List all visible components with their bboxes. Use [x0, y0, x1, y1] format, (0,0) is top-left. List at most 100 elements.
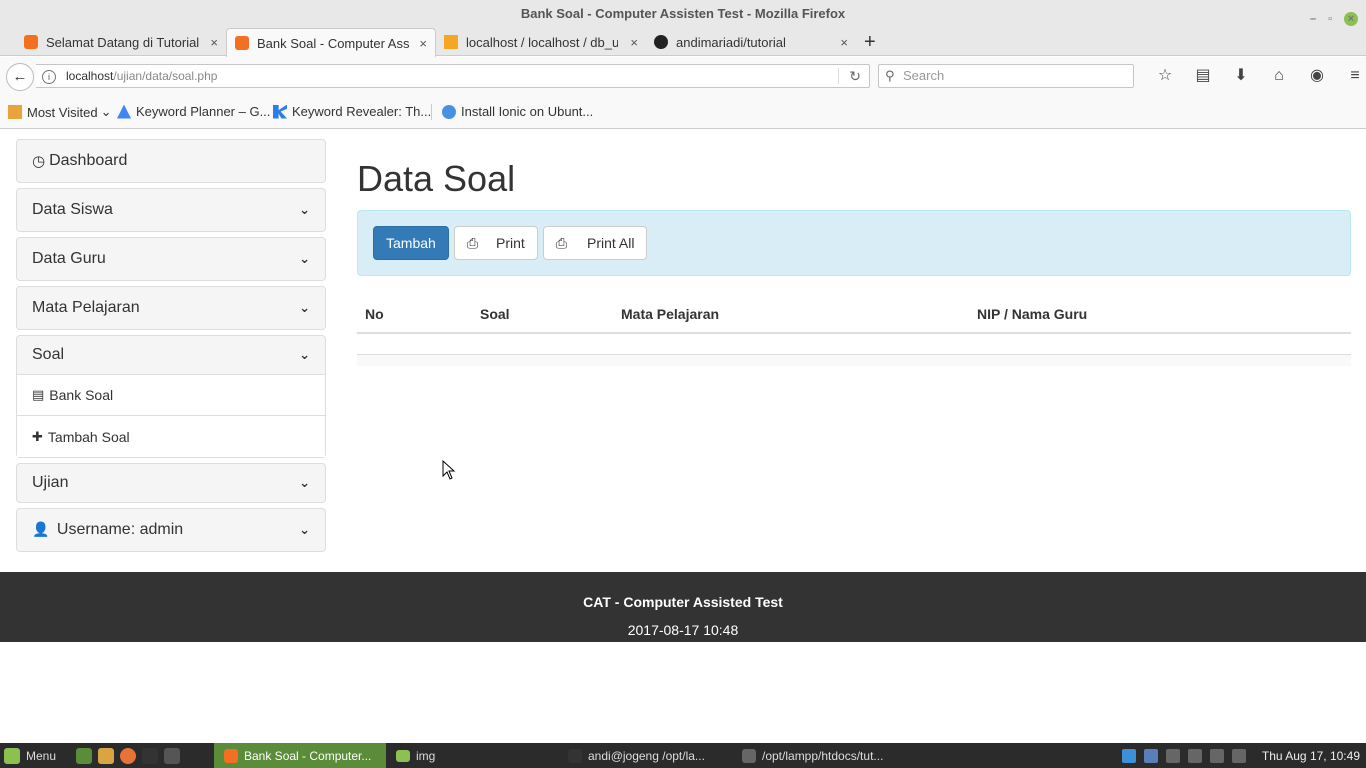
window-title: Bank Soal - Computer Assisten Test - Moz… — [520, 6, 846, 21]
download-icon[interactable]: ⬇ — [1222, 64, 1260, 88]
bookmark-star-icon[interactable]: ☆ — [1146, 64, 1184, 88]
sidebar-dashboard[interactable]: ◷ Dashboard — [16, 139, 326, 183]
phpmyadmin-icon — [444, 35, 458, 49]
table-header-row: No Soal Mata Pelajaran NIP / Nama Guru — [357, 296, 1351, 334]
search-input[interactable]: ⚲ Search — [878, 64, 1134, 88]
tab-close-icon[interactable]: × — [419, 36, 427, 51]
sidebar-section-header[interactable]: Soal ⌄ — [17, 336, 325, 374]
main-content: Data Soal Tambah ⎙ Print ⎙ Print All No … — [357, 150, 1351, 366]
tab-bank-soal[interactable]: Bank Soal - Computer Assis × — [226, 28, 436, 57]
taskbar-item-label: Bank Soal - Computer... — [244, 748, 372, 763]
tab-close-icon[interactable]: × — [210, 35, 218, 50]
sidebar-item-username[interactable]: 👤 Username: admin ⌄ — [16, 508, 326, 552]
navigation-toolbar: ← i localhost/ujian/data/soal.php ↻ ⚲ Sea… — [0, 57, 1366, 95]
tab-close-icon[interactable]: × — [630, 35, 638, 50]
tab-selamat-datang[interactable]: Selamat Datang di Tutorial × — [16, 28, 226, 56]
taskbar-item-label: andi@jogeng /opt/la... — [588, 748, 705, 763]
print-all-button[interactable]: ⎙ Print All — [542, 226, 648, 260]
taskbar-item-terminal[interactable]: andi@jogeng /opt/la... — [568, 743, 705, 768]
column-header-nip-nama-guru[interactable]: NIP / Nama Guru — [969, 296, 1351, 334]
footer-title: CAT - Computer Assisted Test — [583, 594, 783, 610]
sidebar-section-header[interactable]: 👤 Username: admin ⌄ — [17, 509, 325, 551]
tambah-button[interactable]: Tambah — [373, 226, 449, 260]
dropbox-icon[interactable] — [1121, 748, 1136, 763]
terminal-launcher-icon[interactable] — [76, 747, 92, 764]
settings-icon[interactable] — [1231, 748, 1246, 763]
sidebar-item-soal[interactable]: Soal ⌄ ▤ Bank Soal ✚ Tambah Soal — [16, 335, 326, 458]
sidebar-item-bank-soal[interactable]: ▤ Bank Soal — [17, 375, 325, 416]
sidebar-section-header[interactable]: Data Guru ⌄ — [17, 238, 325, 280]
clock[interactable]: Thu Aug 17, 10:49 — [1262, 749, 1360, 763]
os-taskbar: Menu Bank Soal - Computer... img andi@jo… — [0, 743, 1366, 768]
sidebar-item-label: Ujian — [32, 474, 69, 491]
column-header-mata-pelajaran[interactable]: Mata Pelajaran — [613, 296, 969, 334]
github-icon — [654, 35, 668, 49]
tab-label: andimariadi/tutorial — [676, 34, 786, 50]
tab-phpmyadmin[interactable]: localhost / localhost / db_uji × — [436, 28, 646, 56]
taskbar-item-firefox[interactable]: Bank Soal - Computer... — [214, 743, 386, 768]
sidebar-section-header[interactable]: Data Siswa ⌄ — [17, 189, 325, 231]
system-tray: Thu Aug 17, 10:49 — [1121, 743, 1366, 768]
table-row-empty — [357, 333, 1351, 355]
sidebar-item-data-siswa[interactable]: Data Siswa ⌄ — [16, 188, 326, 232]
firefox-launcher-icon[interactable] — [120, 747, 136, 764]
mouse-cursor-icon — [442, 460, 456, 480]
sidebar-item-tambah-soal[interactable]: ✚ Tambah Soal — [17, 416, 325, 457]
files-launcher-icon[interactable] — [98, 747, 114, 764]
url-path: /ujian/data/soal.php — [113, 69, 218, 83]
text-editor-icon — [742, 748, 756, 763]
quick-launch — [76, 743, 186, 768]
pocket-icon[interactable]: ◉ — [1298, 64, 1336, 88]
reload-icon[interactable]: ↻ — [849, 65, 861, 87]
xampp-icon — [235, 36, 249, 50]
sidebar-section-header[interactable]: Mata Pelajaran ⌄ — [17, 287, 325, 329]
column-header-soal[interactable]: Soal — [472, 296, 613, 334]
shield-icon[interactable] — [1143, 748, 1158, 763]
close-window-icon[interactable]: × — [1344, 12, 1358, 26]
tab-label: localhost / localhost / db_uji — [466, 34, 618, 50]
tab-github[interactable]: andimariadi/tutorial × — [646, 28, 856, 56]
bookmark-label: Keyword Revealer: Th... — [292, 104, 432, 119]
sidebar-item-label: Dashboard — [49, 152, 128, 169]
column-header-no[interactable]: No — [357, 296, 472, 334]
back-button[interactable]: ← — [6, 63, 34, 91]
sidebar-item-mata-pelajaran[interactable]: Mata Pelajaran ⌄ — [16, 286, 326, 330]
bookmark-separator — [431, 104, 432, 120]
reading-list-icon[interactable]: ▤ — [1184, 64, 1222, 88]
search-placeholder: Search — [903, 68, 945, 83]
sidebar-submenu-soal: ▤ Bank Soal ✚ Tambah Soal — [17, 374, 325, 457]
new-tab-button[interactable]: + — [864, 28, 876, 56]
network-icon[interactable] — [1165, 748, 1180, 763]
sidebar-item-ujian[interactable]: Ujian ⌄ — [16, 463, 326, 503]
start-menu-button[interactable]: Menu — [4, 743, 56, 768]
url-bar[interactable]: i localhost/ujian/data/soal.php ↻ — [36, 64, 870, 88]
sidebar-item-label: Username: admin — [56, 521, 184, 538]
bookmark-install-ionic[interactable]: Install Ionic on Ubunt... — [442, 104, 593, 119]
home-icon[interactable]: ⌂ — [1260, 64, 1298, 88]
print-all-label: Print All — [587, 235, 635, 251]
bookmark-label: Most Visited — [27, 104, 98, 120]
tab-close-icon[interactable]: × — [840, 35, 848, 50]
bookmark-keyword-planner[interactable]: Keyword Planner – G... — [117, 104, 270, 119]
site-info-icon[interactable]: i — [42, 69, 56, 84]
bookmark-most-visited[interactable]: Most Visited ⌄ — [8, 104, 111, 120]
page-footer: CAT - Computer Assisted Test 2017-08-17 … — [0, 572, 1366, 642]
volume-icon[interactable] — [1187, 748, 1202, 763]
bookmark-keyword-revealer[interactable]: Keyword Revealer: Th... — [273, 104, 431, 119]
sidebar-dashboard-header[interactable]: ◷ Dashboard — [17, 140, 325, 182]
taskbar-item-editor[interactable]: /opt/lampp/htdocs/tut... — [742, 743, 883, 768]
dashboard-icon: ◷ — [32, 153, 46, 170]
sidebar-section-header[interactable]: Ujian ⌄ — [17, 464, 325, 502]
print-label: Print — [496, 235, 525, 251]
chevron-down-icon: ⌄ — [299, 202, 310, 217]
battery-icon[interactable] — [1209, 748, 1224, 763]
print-button[interactable]: ⎙ Print — [453, 226, 538, 260]
mint-logo-icon — [4, 747, 20, 764]
sublime-launcher-icon[interactable] — [164, 747, 180, 764]
terminal-icon[interactable] — [142, 747, 158, 764]
chevron-down-icon: ⌄ — [299, 300, 310, 315]
sidebar: ◷ Dashboard Data Siswa ⌄ Data Guru ⌄ Mat… — [16, 139, 326, 557]
taskbar-item-img[interactable]: img — [396, 743, 435, 768]
hamburger-menu-icon[interactable]: ≡ — [1336, 64, 1366, 88]
sidebar-item-data-guru[interactable]: Data Guru ⌄ — [16, 237, 326, 281]
